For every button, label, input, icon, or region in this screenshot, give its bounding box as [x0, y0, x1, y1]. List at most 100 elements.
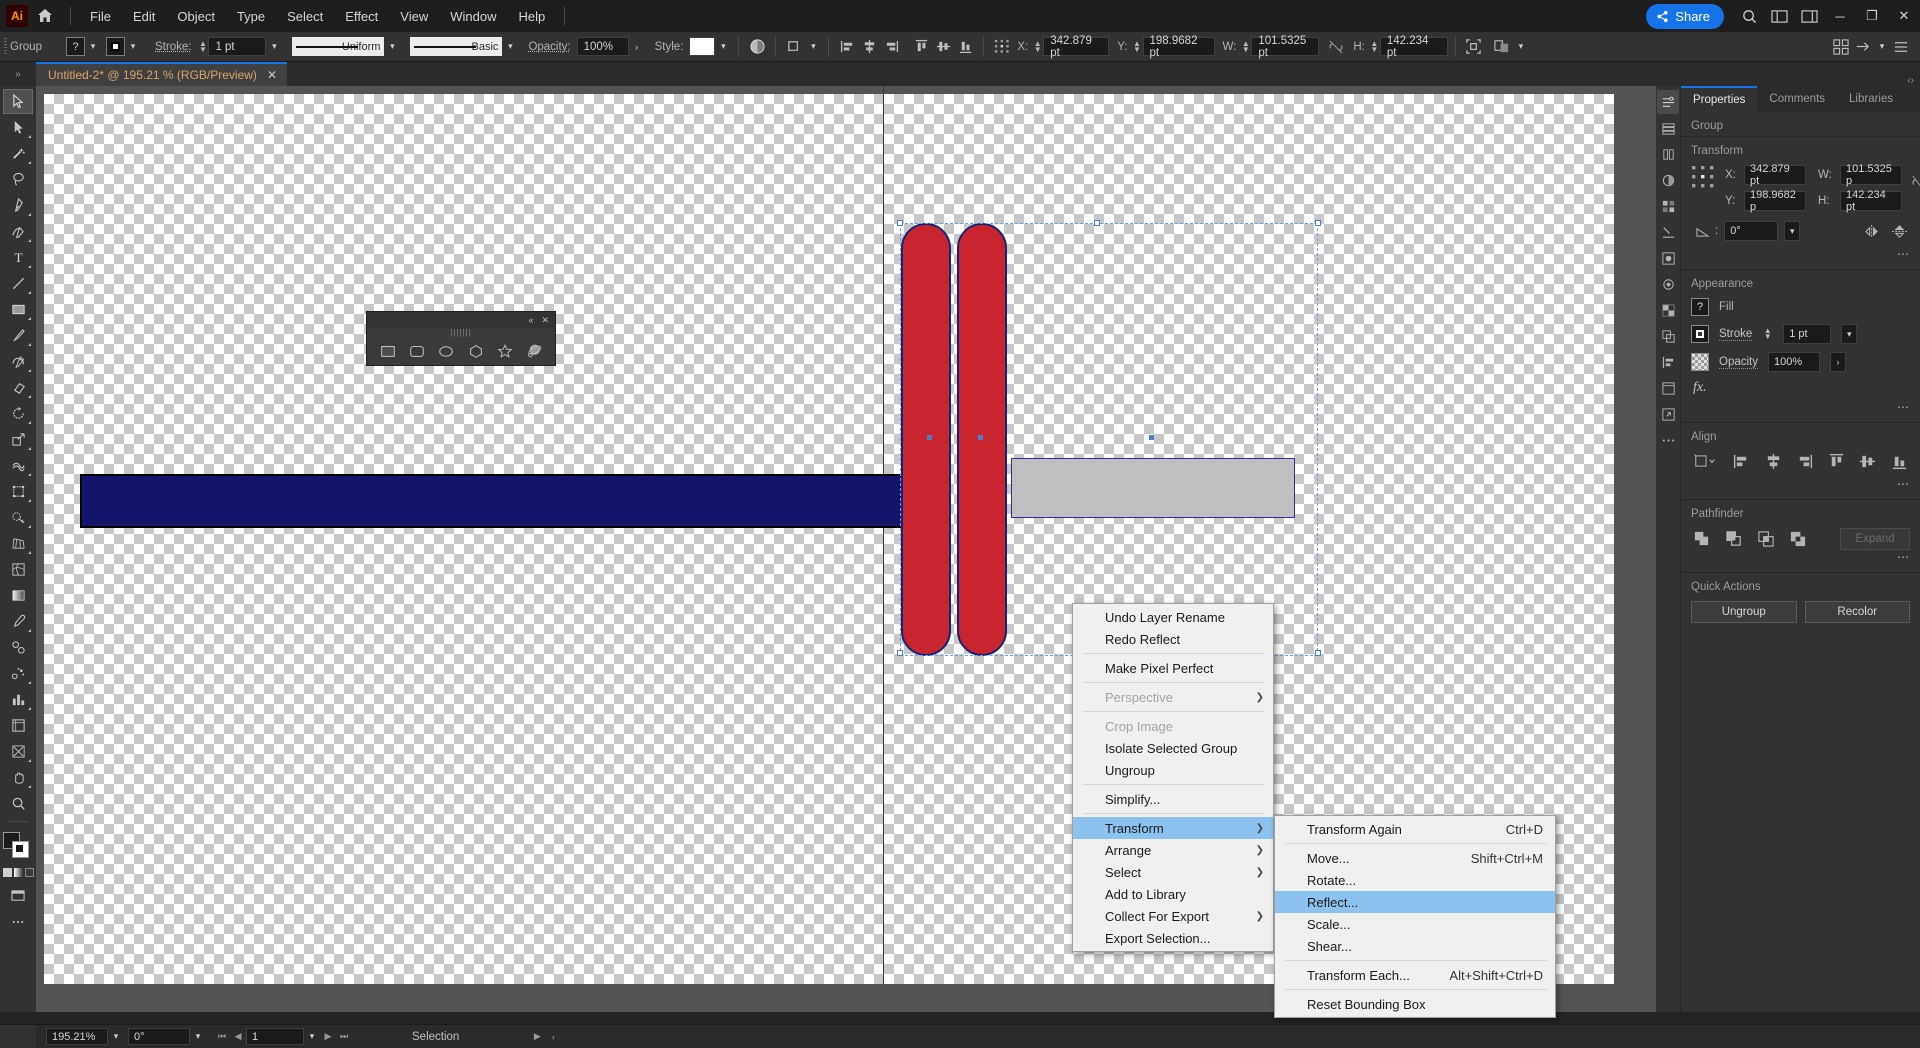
fill-chevron-down-icon[interactable]: ▾	[85, 37, 101, 56]
hand-tool[interactable]	[3, 765, 33, 790]
stroke-label[interactable]: Stroke	[1719, 328, 1752, 341]
submenu-item-rotate[interactable]: Rotate...	[1275, 869, 1555, 891]
x-stepper[interactable]: ▲▼	[1032, 41, 1043, 53]
transform-more-options-icon[interactable]: ⋯	[1691, 247, 1910, 261]
layers-icon[interactable]	[1657, 116, 1679, 140]
submenu-item-transform-again[interactable]: Transform Again Ctrl+D	[1275, 818, 1555, 840]
share-button[interactable]: Share	[1646, 4, 1724, 29]
opacity-expand-icon[interactable]: ›	[629, 37, 645, 56]
h-stepper[interactable]: ▲▼	[1369, 41, 1380, 53]
stroke-weight-label[interactable]: Stroke:	[155, 41, 191, 53]
align-center-horizontal-icon[interactable]	[1762, 451, 1784, 471]
selection-handle-tl[interactable]	[897, 220, 903, 226]
shape-builder-tool[interactable]	[3, 505, 33, 530]
menu-item-make-pixel-perfect[interactable]: Make Pixel Perfect	[1073, 657, 1273, 679]
align-bottom-icon[interactable]	[1888, 451, 1910, 471]
artboards-icon[interactable]	[1657, 376, 1679, 400]
rotation-field[interactable]: 0°	[128, 1028, 190, 1045]
submenu-item-scale[interactable]: Scale...	[1275, 913, 1555, 935]
tab-comments[interactable]: Comments	[1757, 86, 1837, 112]
fx-label[interactable]: fx.	[1693, 380, 1910, 396]
align-top-icon[interactable]	[1825, 451, 1847, 471]
menu-edit[interactable]: Edit	[122, 4, 166, 29]
artboard-chevron-down-icon[interactable]: ▾	[304, 1027, 320, 1046]
previous-artboard-icon[interactable]: ◀	[230, 1031, 246, 1042]
pathfinder-icon[interactable]	[1657, 324, 1679, 348]
asset-export-icon[interactable]	[1657, 402, 1679, 426]
zoom-chevron-down-icon[interactable]: ▾	[108, 1027, 124, 1046]
pathfinder-more-options-icon[interactable]: ⋯	[1691, 550, 1910, 564]
none-icon[interactable]	[25, 868, 34, 877]
angle-field[interactable]: 0°	[1724, 221, 1778, 241]
brush-definition-field[interactable]: Basic	[410, 37, 502, 56]
zoom-level-field[interactable]: 195.21%	[46, 1028, 108, 1045]
selection-handle-tr[interactable]	[1315, 220, 1321, 226]
scale-tool[interactable]	[3, 427, 33, 452]
menu-item-collect-for-export[interactable]: Collect For Export ❯	[1073, 905, 1273, 927]
perspective-grid-tool[interactable]	[3, 531, 33, 556]
align-panel-icon[interactable]	[1657, 350, 1679, 374]
align-left-icon[interactable]	[1731, 451, 1753, 471]
symbols-icon[interactable]	[1657, 246, 1679, 270]
align-center-vertical-icon[interactable]	[1857, 451, 1879, 471]
submenu-item-reflect[interactable]: Reflect...	[1275, 891, 1555, 913]
next-artboard-icon[interactable]: ▶	[320, 1031, 336, 1042]
h-field[interactable]: 142.234 pt	[1380, 37, 1448, 56]
angle-chevron-down-icon[interactable]: ▾	[1784, 221, 1800, 241]
y-field[interactable]: 198.9682 pt	[1143, 37, 1215, 56]
color-fill-icon[interactable]	[3, 868, 12, 877]
stroke-weight-field[interactable]: 1 pt	[208, 37, 266, 56]
x-field[interactable]: 342.879 pt	[1043, 37, 1109, 56]
stroke-swatch[interactable]	[1691, 325, 1709, 343]
align-center-horizontal-icon[interactable]	[858, 36, 880, 58]
opacity-label[interactable]: Opacity	[1719, 356, 1758, 369]
stroke-weight-chevron-down-icon[interactable]: ▾	[266, 37, 282, 56]
properties-y-field[interactable]: 198.9682 p	[1744, 191, 1806, 211]
swatches-icon[interactable]	[1657, 194, 1679, 218]
drag-handle[interactable]: |||||||	[367, 328, 555, 337]
menu-item-undo-layer-rename[interactable]: Undo Layer Rename	[1073, 606, 1273, 628]
flare-shape-icon[interactable]	[525, 342, 543, 360]
flip-vertical-icon[interactable]	[1888, 221, 1910, 241]
menu-object[interactable]: Object	[166, 4, 226, 29]
first-artboard-icon[interactable]: ⏮	[214, 1031, 230, 1042]
unlink-wh-icon[interactable]	[1910, 165, 1920, 193]
align-to-selection-icon[interactable]	[1691, 451, 1721, 471]
menu-item-select[interactable]: Select ❯	[1073, 861, 1273, 883]
window-minimize-button[interactable]: ─	[1824, 0, 1856, 32]
column-graph-tool[interactable]	[3, 687, 33, 712]
curvature-tool[interactable]	[3, 219, 33, 244]
properties-w-field[interactable]: 101.5325 p	[1840, 165, 1902, 185]
align-top-icon[interactable]	[910, 36, 932, 58]
eyedropper-tool[interactable]	[3, 609, 33, 634]
previous-icon[interactable]: ‹	[545, 1032, 561, 1042]
align-bottom-icon[interactable]	[954, 36, 976, 58]
y-stepper[interactable]: ▲▼	[1132, 41, 1143, 53]
color-mode-buttons[interactable]	[3, 868, 34, 877]
rectangle-tool[interactable]	[3, 297, 33, 322]
align-right-icon[interactable]	[880, 36, 902, 58]
transform-chevron-down-icon[interactable]: ▾	[805, 37, 821, 56]
align-left-icon[interactable]	[836, 36, 858, 58]
style-chevron-down-icon[interactable]: ▾	[715, 37, 731, 56]
rounded-rectangle-shape-icon[interactable]	[408, 342, 426, 360]
color-guide-icon[interactable]	[1657, 168, 1679, 192]
window-maximize-button[interactable]: ❐	[1856, 0, 1888, 32]
fill-stroke-colors[interactable]	[3, 832, 33, 862]
menu-select[interactable]: Select	[276, 4, 334, 29]
lasso-tool[interactable]	[3, 167, 33, 192]
canvas-area[interactable]: « ✕ |||||||	[36, 86, 1896, 1012]
rectangle-shape-icon[interactable]	[379, 342, 397, 360]
ellipse-shape-icon[interactable]	[437, 342, 455, 360]
brushes-icon[interactable]	[1657, 220, 1679, 244]
menu-item-export-selection[interactable]: Export Selection...	[1073, 927, 1273, 949]
line-segment-tool[interactable]	[3, 271, 33, 296]
expand-tabs-icon[interactable]: »	[0, 62, 36, 86]
free-transform-tool[interactable]	[3, 479, 33, 504]
properties-h-field[interactable]: 142.234 pt	[1840, 191, 1902, 211]
collapse-icon[interactable]: «	[528, 315, 533, 325]
fill-swatch[interactable]: ?	[1691, 298, 1709, 316]
document-tab[interactable]: Untitled-2* @ 195.21 % (RGB/Preview) ✕	[36, 62, 287, 86]
libraries-icon[interactable]	[1657, 142, 1679, 166]
menu-item-add-to-library[interactable]: Add to Library	[1073, 883, 1273, 905]
